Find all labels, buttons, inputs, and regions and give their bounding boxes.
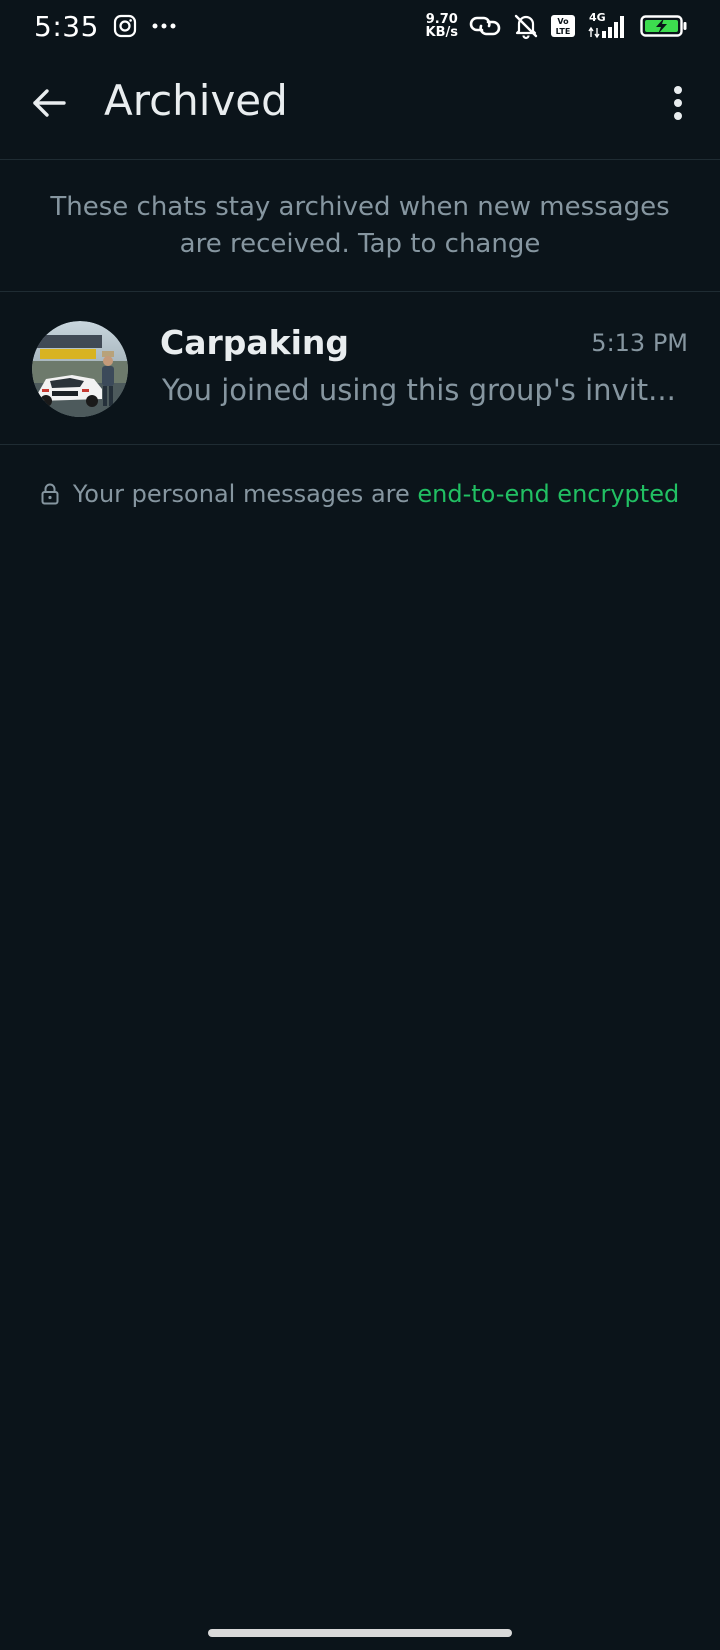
clock: 5:35	[34, 9, 99, 43]
back-button[interactable]	[26, 80, 72, 126]
more-vertical-icon	[673, 85, 683, 121]
arrow-left-icon	[31, 87, 67, 119]
battery-charging-icon	[640, 14, 688, 38]
app-bar: Archived	[0, 52, 720, 160]
encryption-notice-text: Your personal messages are end-to-end en…	[73, 480, 679, 508]
svg-text:Vo: Vo	[557, 17, 569, 26]
chat-name: Carpaking	[160, 323, 350, 362]
status-bar: 5:35 9.70 KB/s Vo LTE 4G	[0, 0, 720, 52]
archive-banner-text: These chats stay archived when new messa…	[50, 191, 670, 259]
svg-text:LTE: LTE	[556, 27, 571, 36]
svg-text:4G: 4G	[589, 11, 606, 24]
chat-list-item[interactable]: Carpaking 5:13 PM You joined using this …	[0, 293, 720, 445]
status-bar-right: 9.70 KB/s Vo LTE 4G	[426, 11, 688, 41]
volte-icon: Vo LTE	[550, 14, 576, 38]
network-speed: 9.70 KB/s	[426, 13, 458, 39]
more-notifications-icon	[151, 22, 177, 30]
notifications-muted-icon	[512, 12, 540, 40]
hotspot-link-icon	[468, 13, 502, 39]
status-bar-left: 5:35	[34, 10, 177, 43]
signal-strength-icon: 4G	[586, 11, 630, 41]
group-avatar[interactable]	[32, 321, 128, 417]
encryption-notice-prefix: Your personal messages are	[72, 480, 410, 508]
lock-icon	[41, 483, 59, 505]
chat-last-message: You joined using this group's invit...	[162, 373, 676, 407]
end-to-end-encrypted-link[interactable]: end-to-end encrypted	[417, 480, 679, 508]
instagram-icon	[113, 14, 137, 38]
page-title: Archived	[104, 76, 288, 125]
home-gesture-bar[interactable]	[208, 1629, 512, 1637]
archived-chats-screen: 5:35 9.70 KB/s Vo LTE 4G Archived These …	[0, 0, 720, 1650]
more-options-button[interactable]	[658, 78, 698, 128]
network-speed-unit: KB/s	[425, 25, 458, 40]
archive-settings-banner[interactable]: These chats stay archived when new messa…	[0, 160, 720, 292]
encryption-notice: Your personal messages are end-to-end en…	[0, 476, 720, 512]
chat-timestamp: 5:13 PM	[591, 329, 688, 357]
